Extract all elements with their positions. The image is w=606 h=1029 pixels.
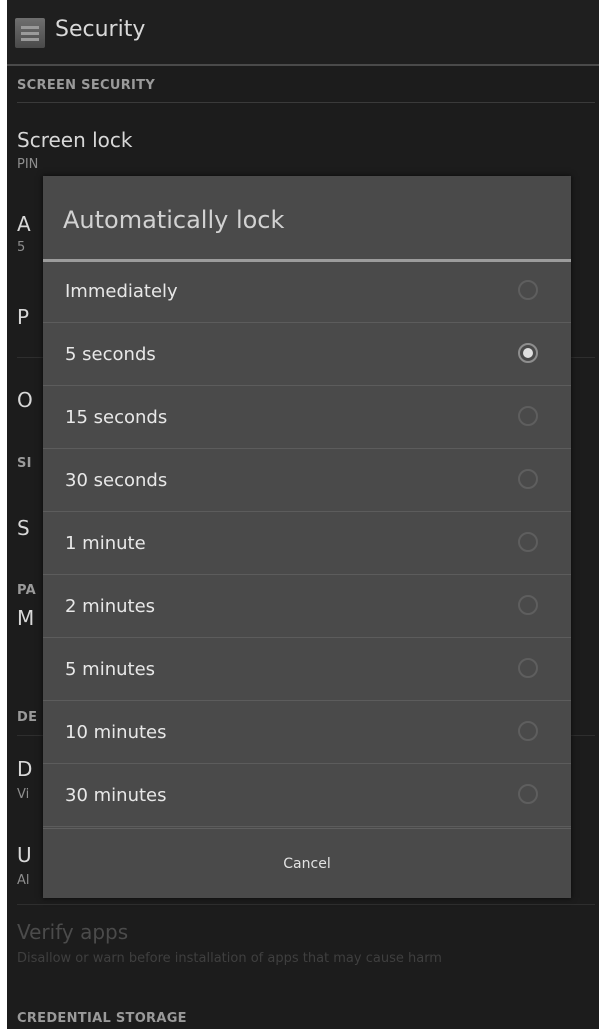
section-header-device-admin-fragment: DE <box>17 710 38 725</box>
lock-option-row[interactable]: 1 minute <box>43 513 571 575</box>
section-header-passwords-fragment: PA <box>17 583 36 598</box>
setting-unknown-sources-sub-fragment: Al <box>17 873 30 888</box>
setting-unknown-sources-title-fragment: U <box>17 843 32 867</box>
cancel-button[interactable]: Cancel <box>43 829 571 898</box>
section-header-screen-security: SCREEN SECURITY <box>17 78 156 93</box>
setting-screen-lock-value: PIN <box>17 157 39 172</box>
radio-button-icon[interactable] <box>518 406 538 426</box>
lock-option-row[interactable]: 30 seconds <box>43 450 571 512</box>
radio-button-icon[interactable] <box>518 532 538 552</box>
setting-owner-info-fragment[interactable]: O <box>17 388 33 412</box>
setting-make-passwords-visible-fragment[interactable]: M <box>17 606 34 630</box>
radio-button-checked-icon[interactable] <box>518 343 538 363</box>
list-divider <box>17 904 595 905</box>
lock-option-row[interactable]: Immediately <box>43 261 571 323</box>
lock-option-label: 30 seconds <box>65 470 168 491</box>
setting-auto-lock-title-fragment: A <box>17 212 31 236</box>
setting-screen-lock-title: Screen lock <box>17 128 133 152</box>
automatically-lock-dialog: Automatically lock Immediately 5 seconds 1… <box>43 176 571 898</box>
section-divider <box>17 102 595 103</box>
setting-device-admin-title-fragment: D <box>17 757 33 781</box>
lock-option-label: 30 minutes <box>65 785 167 806</box>
setting-device-admin-sub-fragment: Vi <box>17 787 30 802</box>
radio-button-icon[interactable] <box>518 784 538 804</box>
lock-option-label: 5 minutes <box>65 659 156 680</box>
lock-option-row[interactable]: 10 minutes <box>43 702 571 764</box>
lock-option-label: Immediately <box>65 281 178 302</box>
setting-auto-lock-value-fragment: 5 <box>17 240 26 255</box>
setting-verify-apps-summary: Disallow or warn before installation of … <box>17 951 442 966</box>
section-header-credential-storage: CREDENTIAL STORAGE <box>17 1011 187 1026</box>
security-screen: Security SCREEN SECURITY Screen lock PIN… <box>7 0 599 1029</box>
lock-option-label: 1 minute <box>65 533 146 554</box>
settings-app-icon[interactable] <box>15 18 45 48</box>
section-header-sim-fragment: SI <box>17 456 32 471</box>
radio-button-icon[interactable] <box>518 595 538 615</box>
lock-option-row[interactable]: 15 seconds <box>43 387 571 449</box>
radio-button-icon[interactable] <box>518 658 538 678</box>
lock-option-row[interactable]: 30 minutes <box>43 765 571 827</box>
lock-option-row[interactable]: 5 seconds <box>43 324 571 386</box>
lock-option-row[interactable]: 5 minutes <box>43 639 571 701</box>
page-title: Security <box>55 17 146 42</box>
radio-button-icon[interactable] <box>518 280 538 300</box>
action-bar: Security <box>7 0 599 66</box>
setting-sim-lock-fragment[interactable]: S <box>17 516 30 540</box>
radio-button-icon[interactable] <box>518 721 538 741</box>
lock-option-label: 5 seconds <box>65 344 156 365</box>
setting-verify-apps-title: Verify apps <box>17 920 129 944</box>
dialog-title: Automatically lock <box>63 206 285 234</box>
radio-button-icon[interactable] <box>518 469 538 489</box>
setting-power-button-lock-fragment[interactable]: P <box>17 305 29 329</box>
lock-option-label: 15 seconds <box>65 407 168 428</box>
lock-option-label: 10 minutes <box>65 722 167 743</box>
lock-option-row[interactable]: 2 minutes <box>43 576 571 638</box>
lock-option-label: 2 minutes <box>65 596 156 617</box>
